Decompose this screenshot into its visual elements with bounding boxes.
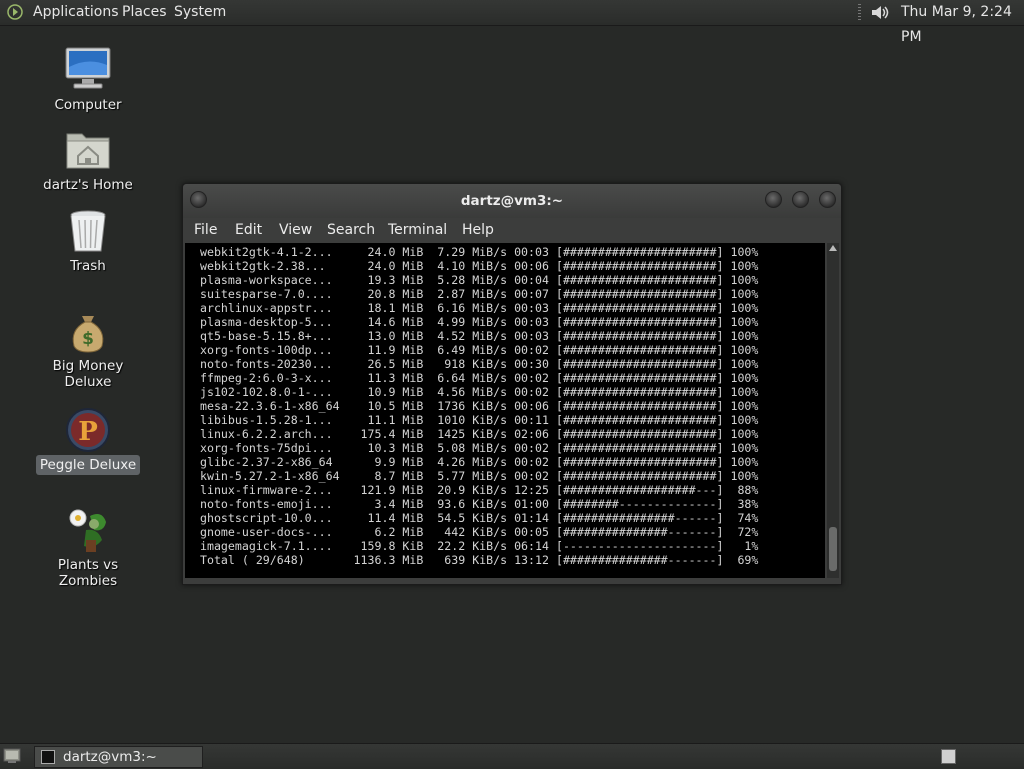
places-menu[interactable]: Places <box>122 0 167 25</box>
desktop-icon-peggle-deluxe[interactable]: P Peggle Deluxe <box>28 407 148 477</box>
terminal-lines: webkit2gtk-4.1-2... 24.0 MiB 7.29 MiB/s … <box>193 245 758 567</box>
svg-text:$: $ <box>82 329 94 349</box>
desktop-icon-label: Big Money Deluxe <box>52 358 124 390</box>
terminal-line: ffmpeg-2:6.0-3-x... 11.3 MiB 6.64 MiB/s … <box>193 371 759 385</box>
menu-edit[interactable]: Edit <box>235 218 262 243</box>
menu-help[interactable]: Help <box>462 218 494 243</box>
terminal-line: mesa-22.3.6-1-x86_64 10.5 MiB 1736 KiB/s… <box>193 399 759 413</box>
terminal-line: gnome-user-docs-... 6.2 MiB 442 KiB/s 00… <box>193 525 759 539</box>
window-title: dartz@vm3:~ <box>460 193 564 209</box>
computer-icon <box>65 47 111 89</box>
terminal-window[interactable]: dartz@vm3:~ File Edit View Search Termin… <box>182 183 842 585</box>
terminal-line: linux-firmware-2... 121.9 MiB 20.9 KiB/s… <box>193 483 759 497</box>
terminal-line: noto-fonts-emoji... 3.4 MiB 93.6 KiB/s 0… <box>193 497 759 511</box>
terminal-line: imagemagick-7.1.... 159.8 KiB 22.2 KiB/s… <box>193 539 759 553</box>
terminal-line: linux-6.2.2.arch... 175.4 MiB 1425 KiB/s… <box>193 427 759 441</box>
menu-terminal[interactable]: Terminal <box>388 218 447 243</box>
terminal-line: xorg-fonts-100dp... 11.9 MiB 6.49 MiB/s … <box>193 343 759 357</box>
terminal-line: noto-fonts-20230... 26.5 MiB 918 KiB/s 0… <box>193 357 759 371</box>
home-folder-icon <box>66 133 110 169</box>
system-menu[interactable]: System <box>174 0 226 25</box>
desktop-icon-big-money-deluxe[interactable]: $ Big Money Deluxe <box>28 308 148 390</box>
volume-icon[interactable] <box>869 3 891 22</box>
desktop-icon-computer[interactable]: Computer <box>28 45 148 115</box>
terminal-line: archlinux-appstr... 18.1 MiB 6.16 MiB/s … <box>193 301 759 315</box>
terminal-icon <box>41 750 55 764</box>
terminal-line: Total ( 29/648) 1136.3 MiB 639 KiB/s 13:… <box>193 553 759 567</box>
terminal-line: ghostscript-10.0... 11.4 MiB 54.5 KiB/s … <box>193 511 759 525</box>
terminal-line: libibus-1.5.28-1... 11.1 MiB 1010 KiB/s … <box>193 413 759 427</box>
top-panel: Applications Places System Thu Mar 9, 2:… <box>0 0 1024 45</box>
plants-vs-zombies-icon <box>69 509 106 552</box>
menu-view[interactable]: View <box>279 218 312 243</box>
terminal-line: webkit2gtk-2.38... 24.0 MiB 4.10 MiB/s 0… <box>193 259 759 273</box>
desktop-icon-label: Plants vs Zombies <box>57 557 119 589</box>
menu-file[interactable]: File <box>194 218 217 243</box>
clock[interactable]: Thu Mar 9, 2:24 PM <box>901 0 1024 50</box>
window-titlebar[interactable]: dartz@vm3:~ <box>183 184 841 218</box>
scrollbar-thumb[interactable] <box>829 527 837 571</box>
desktop-icon-label: Trash <box>70 258 106 274</box>
money-bag-icon: $ <box>72 316 104 353</box>
taskbar-button-terminal[interactable]: dartz@vm3:~ <box>34 746 203 768</box>
show-desktop-icon[interactable] <box>3 748 21 764</box>
terminal-line: qt5-base-5.15.8+... 13.0 MiB 4.52 MiB/s … <box>193 329 759 343</box>
peggle-icon: P <box>66 408 110 452</box>
terminal-line: suitesparse-7.0.... 20.8 MiB 2.87 MiB/s … <box>193 287 759 301</box>
terminal-output[interactable]: webkit2gtk-4.1-2... 24.0 MiB 7.29 MiB/s … <box>185 243 825 578</box>
desktop-icon-trash[interactable]: Trash <box>28 207 148 277</box>
terminal-line: plasma-workspace... 19.3 MiB 5.28 MiB/s … <box>193 273 759 287</box>
terminal-scrollbar[interactable] <box>827 243 839 578</box>
menu-search[interactable]: Search <box>327 218 375 243</box>
panel-separator <box>858 4 861 21</box>
applications-menu[interactable]: Applications <box>33 0 119 25</box>
desktop-icon-home[interactable]: dartz's Home <box>28 126 148 196</box>
terminal-menubar: File Edit View Search Terminal Help <box>183 218 841 243</box>
scroll-up-arrow-icon[interactable] <box>829 245 837 251</box>
desktop-icon-label: dartz's Home <box>43 177 133 193</box>
terminal-line: webkit2gtk-4.1-2... 24.0 MiB 7.29 MiB/s … <box>193 245 759 259</box>
terminal-line: xorg-fonts-75dpi... 10.3 MiB 5.08 MiB/s … <box>193 441 759 455</box>
minimize-button[interactable] <box>765 191 782 208</box>
desktop-icon-label: Peggle Deluxe <box>28 455 148 475</box>
desktop-icon-plants-vs-zombies[interactable]: Plants vs Zombies <box>28 506 148 589</box>
taskbar-button-label: dartz@vm3:~ <box>63 749 157 765</box>
terminal-line: js102-102.8.0-1-... 10.9 MiB 4.56 MiB/s … <box>193 385 759 399</box>
terminal-line: glibc-2.37-2-x86_64 9.9 MiB 4.26 MiB/s 0… <box>193 455 759 469</box>
workspace-switcher[interactable] <box>941 749 956 764</box>
trash-icon <box>70 210 106 252</box>
bottom-panel: dartz@vm3:~ <box>0 743 1024 769</box>
maximize-button[interactable] <box>792 191 809 208</box>
terminal-line: kwin-5.27.2-1-x86_64 8.7 MiB 5.77 MiB/s … <box>193 469 759 483</box>
close-button[interactable] <box>819 191 836 208</box>
applications-logo-icon[interactable] <box>7 4 23 20</box>
svg-text:P: P <box>78 417 98 447</box>
desktop-icon-label: Computer <box>54 97 122 113</box>
terminal-line: plasma-desktop-5... 14.6 MiB 4.99 MiB/s … <box>193 315 759 329</box>
